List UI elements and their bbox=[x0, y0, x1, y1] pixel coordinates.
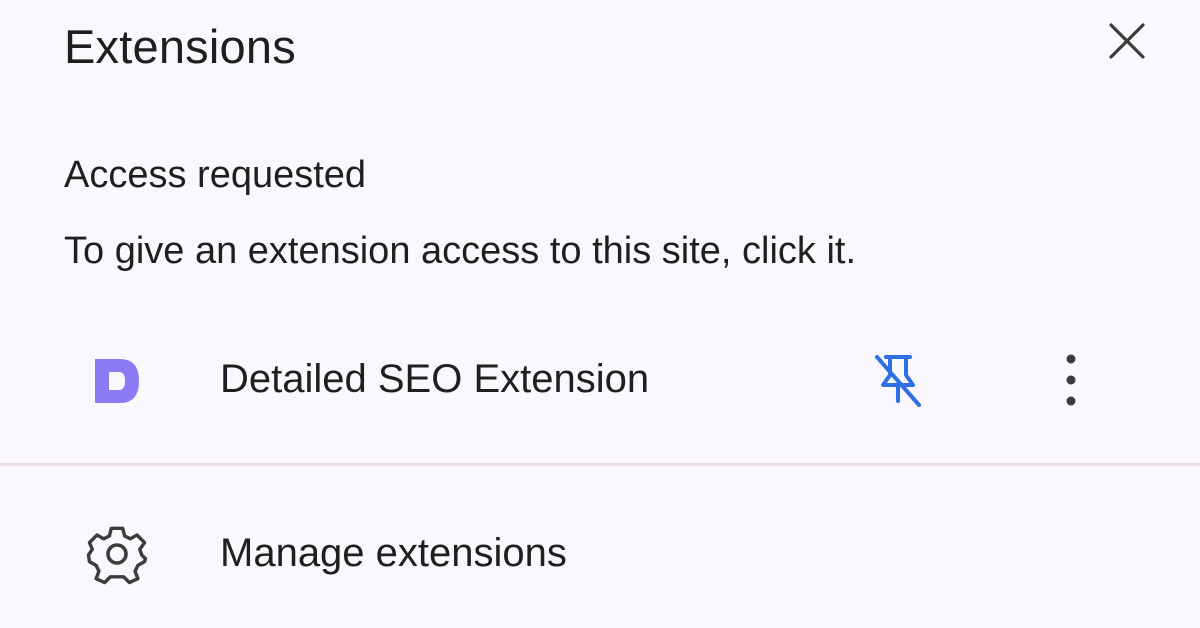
gear-icon bbox=[86, 526, 148, 585]
divider bbox=[0, 463, 1200, 466]
manage-extensions-button[interactable]: Manage extensions bbox=[0, 505, 1200, 605]
access-requested-description: To give an extension access to this site… bbox=[64, 230, 857, 272]
detailed-seo-logo-icon bbox=[95, 359, 139, 403]
close-button[interactable] bbox=[1098, 12, 1156, 70]
access-requested-heading: Access requested bbox=[64, 154, 367, 196]
panel-title: Extensions bbox=[64, 20, 296, 73]
extension-name: Detailed SEO Extension bbox=[220, 357, 650, 401]
unpin-icon bbox=[875, 355, 921, 407]
more-vert-icon bbox=[1066, 354, 1076, 406]
close-icon bbox=[1109, 23, 1145, 59]
pin-button[interactable] bbox=[862, 346, 934, 414]
extension-menu-button[interactable] bbox=[1040, 346, 1102, 414]
manage-extensions-label: Manage extensions bbox=[220, 531, 567, 575]
extension-row-detailed-seo[interactable]: Detailed SEO Extension bbox=[0, 330, 1200, 430]
extensions-panel: Extensions Access requested To give an e… bbox=[0, 0, 1200, 628]
